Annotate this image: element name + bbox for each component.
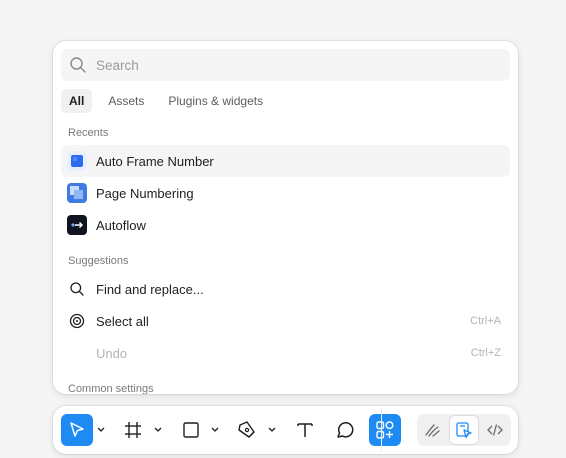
toolbar-divider — [381, 408, 382, 452]
comment-tool-button[interactable] — [329, 414, 361, 446]
recent-item-page-numbering[interactable]: Page Numbering — [61, 177, 510, 209]
quick-actions-panel: All Assets Plugins & widgets Recents Aut… — [53, 41, 518, 394]
suggestion-label: Select all — [96, 313, 149, 329]
tab-assets[interactable]: Assets — [100, 89, 152, 113]
recent-item-label: Autoflow — [96, 217, 146, 233]
rectangle-icon — [183, 422, 199, 438]
suggestions-heading: Suggestions — [68, 255, 129, 267]
shortcut-hint: Ctrl+A — [470, 315, 501, 327]
target-icon — [67, 311, 87, 331]
dev-mode-button[interactable] — [481, 416, 509, 444]
autoflow-plugin-icon — [67, 215, 87, 235]
actions-tool-button[interactable] — [369, 414, 401, 446]
recent-item-autoflow[interactable]: Autoflow — [61, 209, 510, 241]
common-settings-heading: Common settings — [68, 383, 154, 394]
pen-icon — [238, 421, 255, 438]
chevron-down-icon[interactable] — [210, 424, 220, 436]
bottom-toolbar — [53, 406, 518, 454]
search-icon — [67, 279, 87, 299]
text-icon — [297, 423, 313, 437]
tab-plugins-widgets[interactable]: Plugins & widgets — [160, 89, 271, 113]
recent-item-auto-frame-number[interactable]: Auto Frame Number — [61, 145, 510, 177]
draw-mode-button[interactable] — [419, 416, 447, 444]
actions-icon — [376, 421, 394, 439]
move-tool-button[interactable] — [61, 414, 93, 446]
suggestion-label: Undo — [96, 345, 128, 361]
search-input[interactable] — [96, 49, 496, 81]
suggestion-undo: Undo Ctrl+Z — [61, 337, 510, 369]
chevron-down-icon[interactable] — [267, 424, 277, 436]
suggestion-label: Find and replace... — [96, 281, 204, 297]
suggestion-find-and-replace[interactable]: Find and replace... — [61, 273, 510, 305]
filter-tabs: All Assets Plugins & widgets — [61, 89, 279, 113]
recent-item-label: Page Numbering — [96, 185, 194, 201]
chevron-down-icon[interactable] — [96, 424, 106, 436]
comment-icon — [337, 422, 354, 438]
mode-switcher — [417, 414, 511, 446]
chevron-down-icon[interactable] — [153, 424, 163, 436]
design-mode-button[interactable] — [450, 416, 478, 444]
shape-tool-button[interactable] — [175, 414, 207, 446]
auto-frame-number-plugin-icon — [67, 151, 87, 171]
page-numbering-plugin-icon — [67, 183, 87, 203]
frame-tool-button[interactable] — [117, 414, 149, 446]
frame-icon — [125, 422, 141, 438]
recents-heading: Recents — [68, 127, 109, 139]
draw-icon — [425, 424, 440, 437]
code-icon — [487, 424, 503, 436]
recent-item-label: Auto Frame Number — [96, 153, 214, 169]
shortcut-hint: Ctrl+Z — [470, 347, 501, 359]
tab-all[interactable]: All — [61, 89, 93, 113]
search-icon — [70, 57, 86, 73]
text-tool-button[interactable] — [289, 414, 321, 446]
design-mode-icon — [456, 422, 472, 439]
search-bar[interactable] — [61, 49, 510, 81]
suggestion-select-all[interactable]: Select all Ctrl+A — [61, 305, 510, 337]
pointer-icon — [70, 422, 84, 437]
pen-tool-button[interactable] — [231, 414, 263, 446]
